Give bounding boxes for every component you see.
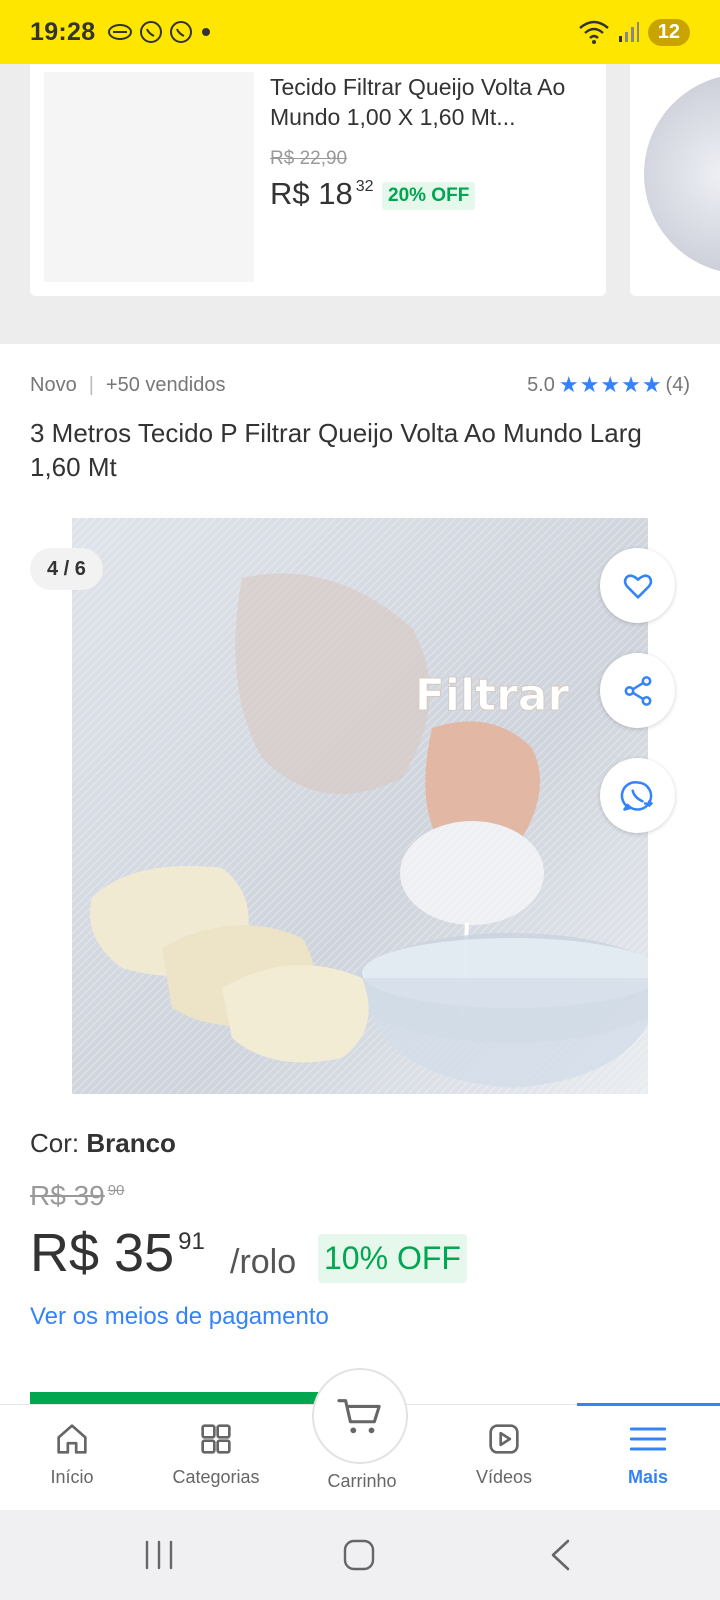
current-price-cents: 91 — [178, 1228, 205, 1255]
wifi-icon — [578, 20, 609, 44]
whatsapp-icon — [140, 21, 163, 43]
price-unit: /rolo — [230, 1243, 297, 1281]
old-price: R$ 39 90 — [30, 1180, 124, 1212]
star-icon: ★ — [558, 372, 579, 397]
color-selector[interactable]: Cor: Branco — [30, 1128, 176, 1159]
rating[interactable]: 5.0 ★ ★ ★ ★ ★ (4) — [527, 372, 690, 398]
whatsapp-share-button[interactable] — [600, 758, 675, 833]
star-icon: ★ — [579, 372, 600, 397]
recommended-carousel: Tecido Filtrar Queijo Volta Ao Mundo 1,0… — [0, 64, 720, 344]
recommended-card[interactable]: Tecido Filtrar Queijo Volta Ao Mundo 1,0… — [30, 64, 606, 296]
old-price-cents: 90 — [107, 1182, 125, 1199]
menu-icon — [629, 1427, 667, 1451]
recommended-price: R$ 18 32 — [270, 176, 374, 212]
nav-label-mais: Mais — [627, 1467, 669, 1487]
recents-icon[interactable] — [142, 1540, 176, 1570]
recommended-card-next[interactable] — [630, 64, 720, 296]
share-icon — [624, 675, 651, 706]
current-price-main: R$ 35 — [30, 1223, 175, 1283]
recommended-old-price: R$ 22,90 — [270, 148, 348, 169]
heart-icon — [623, 573, 652, 599]
product-photo: Filtrar — [72, 518, 648, 1094]
product-title: 3 Metros Tecido P Filtrar Queijo Volta A… — [30, 418, 642, 482]
notification-icons — [107, 20, 213, 44]
nav-label-categorias: Categorias — [172, 1467, 260, 1487]
whatsapp-icon — [620, 780, 653, 811]
home-button-icon[interactable] — [342, 1538, 376, 1572]
promo-banner — [30, 1392, 320, 1404]
nav-item-videos[interactable]: Vídeos — [432, 1405, 576, 1511]
dot-icon — [202, 28, 211, 36]
current-price: R$ 35 91 — [30, 1222, 205, 1284]
cart-icon — [337, 1399, 381, 1434]
color-label: Cor: — [30, 1128, 80, 1158]
nav-item-mais[interactable]: Mais — [576, 1405, 720, 1511]
nav-label-videos: Vídeos — [475, 1467, 533, 1487]
old-price-main: R$ 39 — [30, 1180, 105, 1211]
recommended-price-main: R$ 18 — [270, 176, 353, 211]
system-navigation-bar — [0, 1510, 720, 1600]
nav-item-inicio[interactable]: Início — [0, 1405, 144, 1511]
battery-indicator: 12 — [647, 18, 690, 46]
recommended-next-thumbnail[interactable] — [644, 74, 720, 274]
home-icon — [57, 1424, 87, 1454]
condition-label: Novo — [30, 373, 77, 396]
star-icon: ★ — [600, 372, 621, 397]
status-time: 19:28 — [30, 17, 96, 46]
signal-icon — [618, 22, 639, 42]
nav-label-carrinho: Carrinho — [327, 1471, 397, 1491]
image-caption: Filtrar — [415, 670, 570, 721]
gallery-counter: 4 / 6 — [30, 548, 103, 590]
recommended-discount-badge: 20% OFF — [382, 182, 476, 210]
recommended-thumbnail[interactable] — [44, 72, 254, 282]
discount-badge: 10% OFF — [318, 1234, 467, 1283]
recommended-price-cents: 32 — [355, 178, 374, 195]
product-meta: Novo | +50 vendidos 5.0 ★ ★ ★ ★ ★ (4) — [30, 372, 690, 398]
star-icon: ★ — [621, 372, 641, 397]
color-value: Branco — [86, 1128, 176, 1158]
product-gallery-image[interactable]: Filtrar — [72, 518, 648, 1094]
nav-label-inicio: Início — [50, 1467, 94, 1487]
grid-icon — [201, 1424, 231, 1454]
nav-item-categorias[interactable]: Categorias — [144, 1405, 288, 1511]
notification-app-icon — [108, 24, 133, 40]
whatsapp-business-icon — [170, 21, 193, 43]
status-bar: 19:28 12 — [0, 0, 720, 64]
rating-value: 5.0 — [527, 373, 555, 396]
review-count: (4) — [665, 373, 690, 396]
rating-stars: ★ ★ ★ ★ ★ — [559, 372, 662, 398]
nav-item-carrinho[interactable] — [312, 1368, 408, 1464]
back-icon[interactable] — [548, 1538, 572, 1572]
star-icon: ★ — [641, 372, 662, 397]
recommended-title[interactable]: Tecido Filtrar Queijo Volta Ao Mundo 1,0… — [270, 72, 590, 132]
payment-methods-link[interactable]: Ver os meios de pagamento — [30, 1303, 329, 1331]
sold-count: +50 vendidos — [105, 373, 226, 396]
meta-separator: | — [88, 373, 94, 396]
share-button[interactable] — [600, 653, 675, 728]
play-icon — [489, 1424, 519, 1454]
favorite-button[interactable] — [600, 548, 675, 623]
